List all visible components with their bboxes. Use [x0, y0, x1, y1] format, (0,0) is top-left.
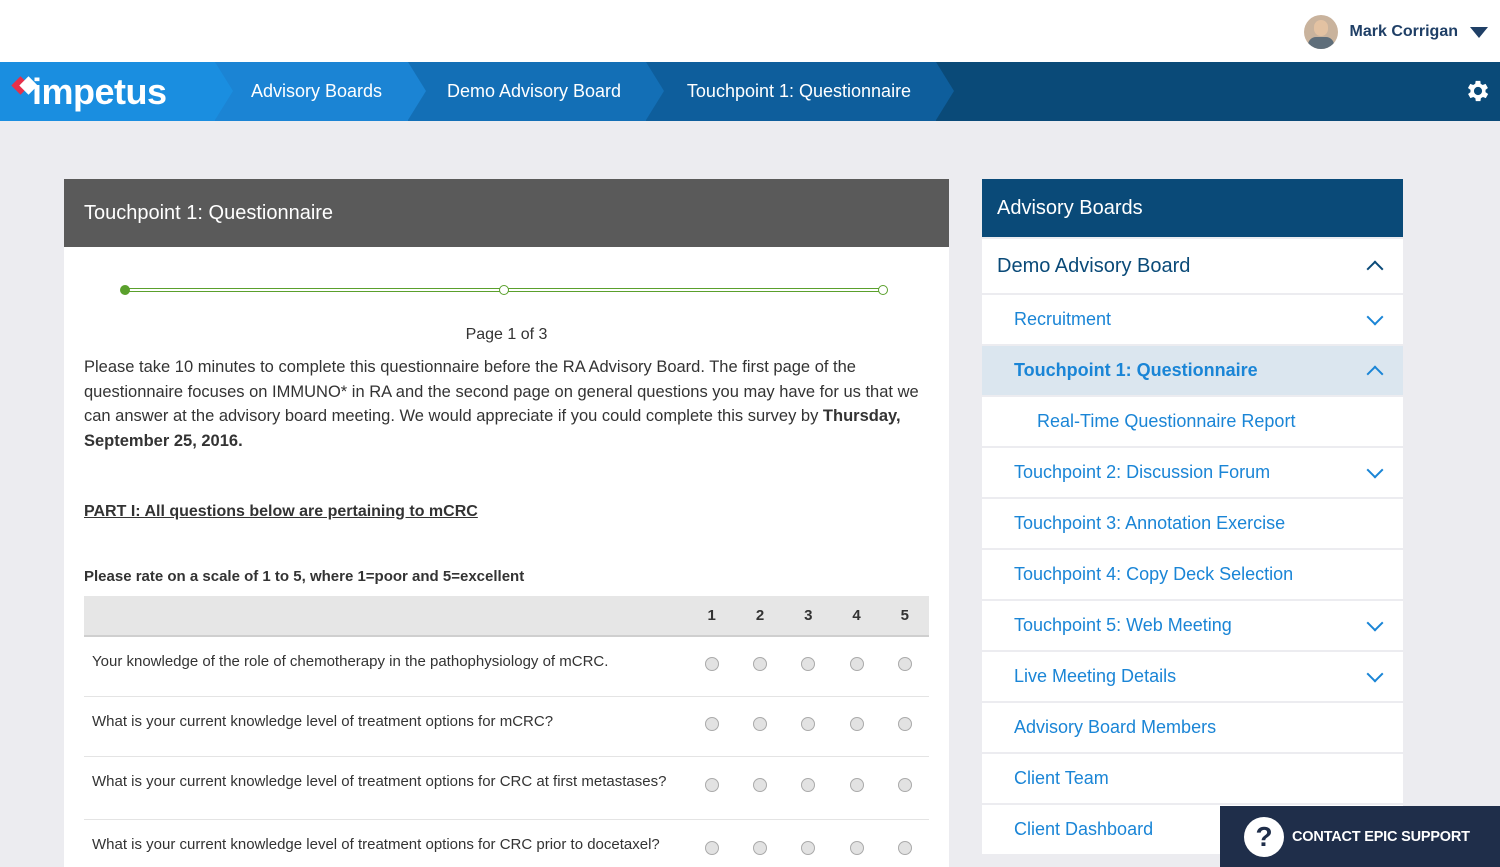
- rating-radio-3[interactable]: [801, 841, 816, 855]
- rating-radio-2[interactable]: [752, 716, 767, 731]
- scale-header-1: 1: [687, 596, 736, 637]
- sidebar-item-touchpoint-5[interactable]: Touchpoint 5: Web Meeting: [982, 601, 1403, 650]
- chevron-up-icon[interactable]: [1366, 260, 1384, 278]
- chevron-down-icon[interactable]: [1366, 308, 1384, 325]
- rating-radio-3[interactable]: [801, 716, 816, 731]
- scale-header-3: 3: [784, 596, 833, 637]
- sidebar-item-label: Touchpoint 1: Questionnaire: [1014, 360, 1258, 380]
- table-row: What is your current knowledge level of …: [84, 696, 929, 756]
- sidebar-item-label: Touchpoint 4: Copy Deck Selection: [1014, 564, 1294, 584]
- sidebar-item-recruitment[interactable]: Recruitment: [982, 295, 1403, 344]
- question-text: What is your current knowledge level of …: [92, 772, 667, 790]
- rating-radio-4[interactable]: [849, 716, 864, 731]
- rating-radio-3[interactable]: [801, 656, 816, 671]
- sidebar-item-demo-advisory-board[interactable]: Demo Advisory Board: [982, 239, 1403, 293]
- sidebar-item-label: Demo Advisory Board: [997, 254, 1191, 277]
- rating-radio-2[interactable]: [752, 841, 767, 855]
- rating-instruction: Please rate on a scale of 1 to 5, where …: [84, 568, 525, 585]
- breadcrumb-touchpoint-1[interactable]: Touchpoint 1: Questionnaire: [646, 62, 954, 121]
- sidebar-item-touchpoint-2[interactable]: Touchpoint 2: Discussion Forum: [982, 448, 1403, 497]
- breadcrumb-advisory-boards[interactable]: Advisory Boards: [215, 62, 426, 121]
- rating-radio-1[interactable]: [704, 656, 719, 671]
- sidebar-item-touchpoint-3[interactable]: Touchpoint 3: Annotation Exercise: [982, 499, 1403, 548]
- sidebar-item-client-team[interactable]: Client Team: [982, 754, 1403, 803]
- rating-radio-1[interactable]: [704, 778, 719, 792]
- sidebar-item-label: Recruitment: [1014, 309, 1112, 329]
- table-row: What is your current knowledge level of …: [84, 819, 929, 867]
- user-menu[interactable]: Mark Corrigan: [1303, 14, 1488, 50]
- rating-radio-1[interactable]: [704, 716, 719, 731]
- logo-mark-icon: [11, 75, 38, 97]
- sidebar-title: Advisory Boards: [982, 179, 1403, 237]
- rating-radio-5[interactable]: [897, 716, 912, 731]
- sidebar-item-label: Touchpoint 5: Web Meeting: [1014, 615, 1232, 635]
- chevron-up-icon[interactable]: [1366, 365, 1384, 382]
- rating-radio-1[interactable]: [704, 841, 719, 855]
- top-bar: Mark Corrigan: [0, 0, 1500, 62]
- question-text: Your knowledge of the role of chemothera…: [92, 653, 609, 670]
- rating-radio-2[interactable]: [752, 778, 767, 792]
- progress-step-3: [878, 285, 888, 295]
- part-heading: PART I: All questions below are pertaini…: [84, 503, 478, 520]
- table-row: What is your current knowledge level of …: [84, 756, 929, 819]
- sidebar-item-label: Client Team: [1014, 768, 1109, 788]
- contact-support-label: CONTACT EPIC SUPPORT: [1292, 828, 1470, 845]
- page-title: Touchpoint 1: Questionnaire: [64, 179, 949, 247]
- question-text: What is your current knowledge level of …: [92, 835, 660, 853]
- rating-radio-5[interactable]: [897, 841, 912, 855]
- sidebar-item-label: Touchpoint 3: Annotation Exercise: [1014, 513, 1286, 533]
- progress-step-1: [120, 285, 130, 295]
- avatar[interactable]: [1303, 15, 1338, 49]
- breadcrumb-label: Demo Advisory Board: [446, 81, 622, 101]
- table-header-row: 1 2 3 4 5: [84, 596, 929, 637]
- scale-header-2: 2: [735, 596, 785, 637]
- gear-icon[interactable]: [1464, 77, 1492, 105]
- rating-radio-3[interactable]: [801, 778, 816, 792]
- sidebar-item-touchpoint-1[interactable]: Touchpoint 1: Questionnaire: [982, 346, 1403, 395]
- rating-radio-2[interactable]: [752, 656, 767, 671]
- sidebar-item-live-meeting[interactable]: Live Meeting Details: [982, 652, 1403, 701]
- sidebar-item-label: Client Dashboard: [1014, 819, 1154, 839]
- chevron-down-icon[interactable]: [1366, 665, 1384, 682]
- question-icon: ?: [1244, 816, 1284, 857]
- progress-step-2: [499, 285, 509, 295]
- impetus-logo: impetus: [11, 70, 167, 113]
- scale-header-4: 4: [832, 596, 881, 637]
- progress-tracker: [120, 283, 888, 297]
- breadcrumb-demo-advisory-board[interactable]: Demo Advisory Board: [408, 62, 664, 121]
- chevron-down-icon[interactable]: [1366, 461, 1384, 478]
- rating-radio-4[interactable]: [849, 778, 864, 792]
- intro-body: Please take 10 minutes to complete this …: [84, 358, 919, 425]
- sidebar-item-realtime-report[interactable]: Real-Time Questionnaire Report: [982, 397, 1403, 446]
- sidebar-item-label: Touchpoint 2: Discussion Forum: [1014, 462, 1271, 482]
- caret-down-icon[interactable]: [1470, 26, 1488, 38]
- sidebar-item-label: Live Meeting Details: [1014, 666, 1177, 686]
- logo-link[interactable]: impetus: [0, 62, 233, 121]
- intro-text: Please take 10 minutes to complete this …: [84, 355, 924, 453]
- questionnaire-card: Touchpoint 1: Questionnaire Page 1 of 3 …: [64, 179, 949, 867]
- sidebar-item-label: Advisory Board Members: [1014, 717, 1217, 737]
- rating-radio-5[interactable]: [897, 778, 912, 792]
- question-text: What is your current knowledge level of …: [92, 712, 554, 730]
- chevron-down-icon[interactable]: [1366, 614, 1384, 631]
- page-indicator: Page 1 of 3: [465, 326, 548, 343]
- logo-text: impetus: [32, 70, 167, 112]
- contact-support-button[interactable]: ? CONTACT EPIC SUPPORT: [1220, 806, 1500, 867]
- question-column-header: [84, 596, 688, 637]
- rating-radio-4[interactable]: [849, 656, 864, 671]
- scale-header-5: 5: [880, 596, 929, 637]
- sidebar-item-members[interactable]: Advisory Board Members: [982, 703, 1403, 752]
- breadcrumb-label: Touchpoint 1: Questionnaire: [686, 81, 912, 101]
- rating-table: 1 2 3 4 5 Your knowledge of the role of …: [84, 596, 929, 867]
- rating-radio-4[interactable]: [849, 841, 864, 855]
- sidebar: Advisory Boards Demo Advisory Board Recr…: [982, 179, 1403, 854]
- user-name[interactable]: Mark Corrigan: [1350, 23, 1458, 41]
- sidebar-item-touchpoint-4[interactable]: Touchpoint 4: Copy Deck Selection: [982, 550, 1403, 599]
- nav-bar: impetus Advisory Boards Demo Advisory Bo…: [0, 62, 1500, 121]
- sidebar-item-label: Real-Time Questionnaire Report: [1037, 411, 1296, 431]
- table-row: Your knowledge of the role of chemothera…: [84, 636, 929, 696]
- rating-radio-5[interactable]: [897, 656, 912, 671]
- breadcrumb-label: Advisory Boards: [250, 81, 383, 101]
